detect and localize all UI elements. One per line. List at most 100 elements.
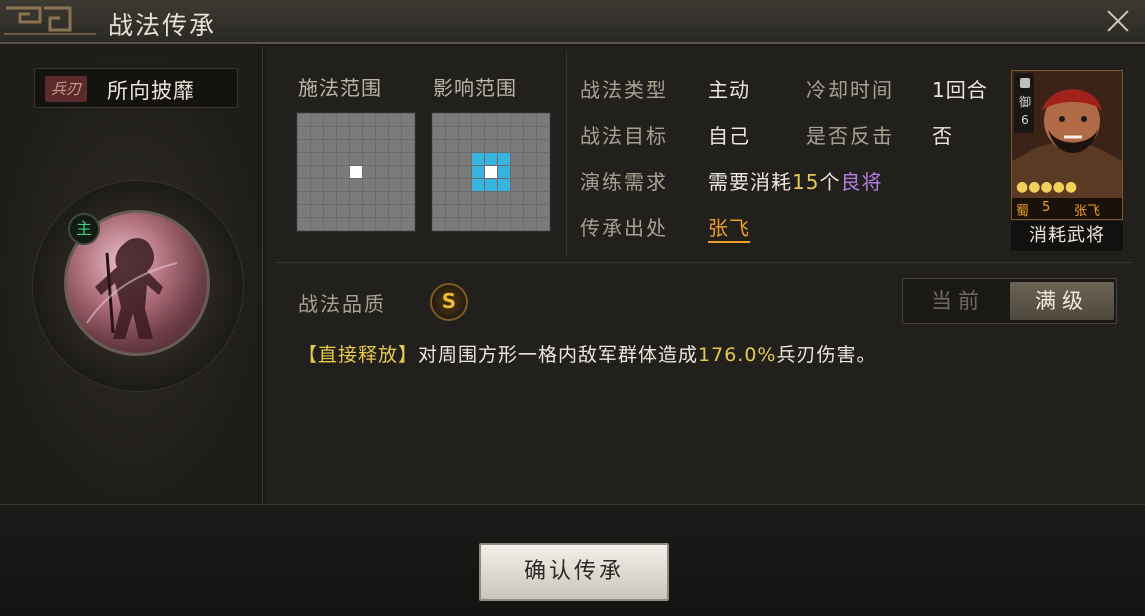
- main-skill-badge: 主: [68, 213, 100, 245]
- grid-cell: [524, 114, 536, 126]
- grid-cell: [337, 205, 349, 217]
- grid-cell: [511, 218, 523, 230]
- toggle-current-button[interactable]: 当前: [906, 282, 1010, 320]
- grid-cell: [485, 218, 497, 230]
- grid-cell: [389, 140, 401, 152]
- grid-cell: [363, 179, 375, 191]
- train-hero-grade: 良将: [840, 170, 883, 194]
- grid-cell: [498, 140, 510, 152]
- cooldown-label: 冷却时间: [806, 78, 894, 102]
- grid-cell: [337, 218, 349, 230]
- grid-cell: [311, 192, 323, 204]
- train-count: 15: [792, 170, 820, 194]
- grid-cell: [433, 179, 445, 191]
- quality-grade-badge: S: [430, 283, 468, 321]
- grid-cell: [376, 153, 388, 165]
- hero-card[interactable]: 御 6 ●●●●● 蜀 5 张飞: [1011, 70, 1123, 220]
- grid-cell: [537, 127, 549, 139]
- grid-cell: [389, 205, 401, 217]
- grid-cell: [324, 205, 336, 217]
- grid-cell: [389, 127, 401, 139]
- toggle-max-button[interactable]: 满级: [1010, 282, 1114, 320]
- grid-cell: [472, 166, 484, 178]
- source-label: 传承出处: [580, 216, 668, 240]
- grid-cell: [337, 166, 349, 178]
- grid-cell: [498, 218, 510, 230]
- grid-cell: [389, 218, 401, 230]
- divider: [276, 262, 1132, 263]
- grid-cell: [485, 140, 497, 152]
- grid-cell: [459, 153, 471, 165]
- grid-cell: [433, 140, 445, 152]
- grid-cell: [363, 166, 375, 178]
- grid-cell: [485, 153, 497, 165]
- grid-cell: [311, 218, 323, 230]
- close-icon[interactable]: [1103, 6, 1133, 36]
- grid-cell: [324, 192, 336, 204]
- grid-cell: [363, 153, 375, 165]
- grid-cell: [337, 127, 349, 139]
- grid-cell: [324, 114, 336, 126]
- hero-cost: 6: [1021, 113, 1029, 127]
- grid-cell: [446, 127, 458, 139]
- skill-type-tag: 兵刃: [45, 76, 88, 102]
- confirm-inherit-button[interactable]: 确认传承: [479, 543, 669, 601]
- grid-cell: [324, 153, 336, 165]
- grid-cell: [324, 140, 336, 152]
- consume-hero-label: 消耗武将: [1011, 221, 1123, 251]
- grid-cell: [433, 192, 445, 204]
- grid-cell: [511, 179, 523, 191]
- grid-cell: [389, 192, 401, 204]
- divider: [566, 50, 567, 256]
- hero-name: 张飞: [1074, 204, 1101, 219]
- grid-cell: [402, 127, 414, 139]
- grid-cell: [298, 140, 310, 152]
- grid-cell: [498, 153, 510, 165]
- grid-cell: [402, 192, 414, 204]
- grid-cell: [524, 218, 536, 230]
- grid-cell: [402, 166, 414, 178]
- train-unit: 个: [819, 170, 841, 194]
- grid-cell: [511, 114, 523, 126]
- grid-cell: [446, 179, 458, 191]
- grid-cell: [324, 179, 336, 191]
- grid-cell: [363, 205, 375, 217]
- grid-cell: [472, 205, 484, 217]
- grid-cell: [402, 218, 414, 230]
- cast-range-grid: [296, 112, 416, 232]
- grid-cell: [350, 114, 362, 126]
- grid-cell: [446, 153, 458, 165]
- grid-cell: [402, 153, 414, 165]
- grid-cell: [337, 192, 349, 204]
- grid-cell: [298, 205, 310, 217]
- grid-cell: [511, 153, 523, 165]
- grid-cell: [524, 153, 536, 165]
- grid-cell: [511, 205, 523, 217]
- grid-cell: [511, 192, 523, 204]
- grid-cell: [337, 140, 349, 152]
- description-text-2: 兵刃伤害。: [776, 344, 877, 366]
- grid-cell: [311, 179, 323, 191]
- grid-cell: [537, 179, 549, 191]
- hero-stars: ●●●●●: [1016, 179, 1078, 195]
- grid-cell: [311, 114, 323, 126]
- grid-cell: [459, 192, 471, 204]
- grid-cell: [472, 114, 484, 126]
- hero-side-panel: 御 6: [1014, 73, 1034, 133]
- skill-name: 所向披靡: [107, 79, 195, 103]
- grid-cell: [498, 127, 510, 139]
- grid-cell: [446, 192, 458, 204]
- grid-cell: [389, 153, 401, 165]
- grid-cell: [537, 205, 549, 217]
- grid-cell: [433, 218, 445, 230]
- grid-cell: [389, 114, 401, 126]
- grid-cell: [485, 127, 497, 139]
- grid-cell: [337, 153, 349, 165]
- hero-troop-type: 御: [1018, 95, 1031, 109]
- grid-cell: [376, 114, 388, 126]
- grid-cell: [485, 192, 497, 204]
- grid-cell: [498, 192, 510, 204]
- source-hero-link[interactable]: 张飞: [708, 216, 750, 243]
- source-value[interactable]: 张飞: [708, 212, 750, 243]
- grid-cell: [298, 192, 310, 204]
